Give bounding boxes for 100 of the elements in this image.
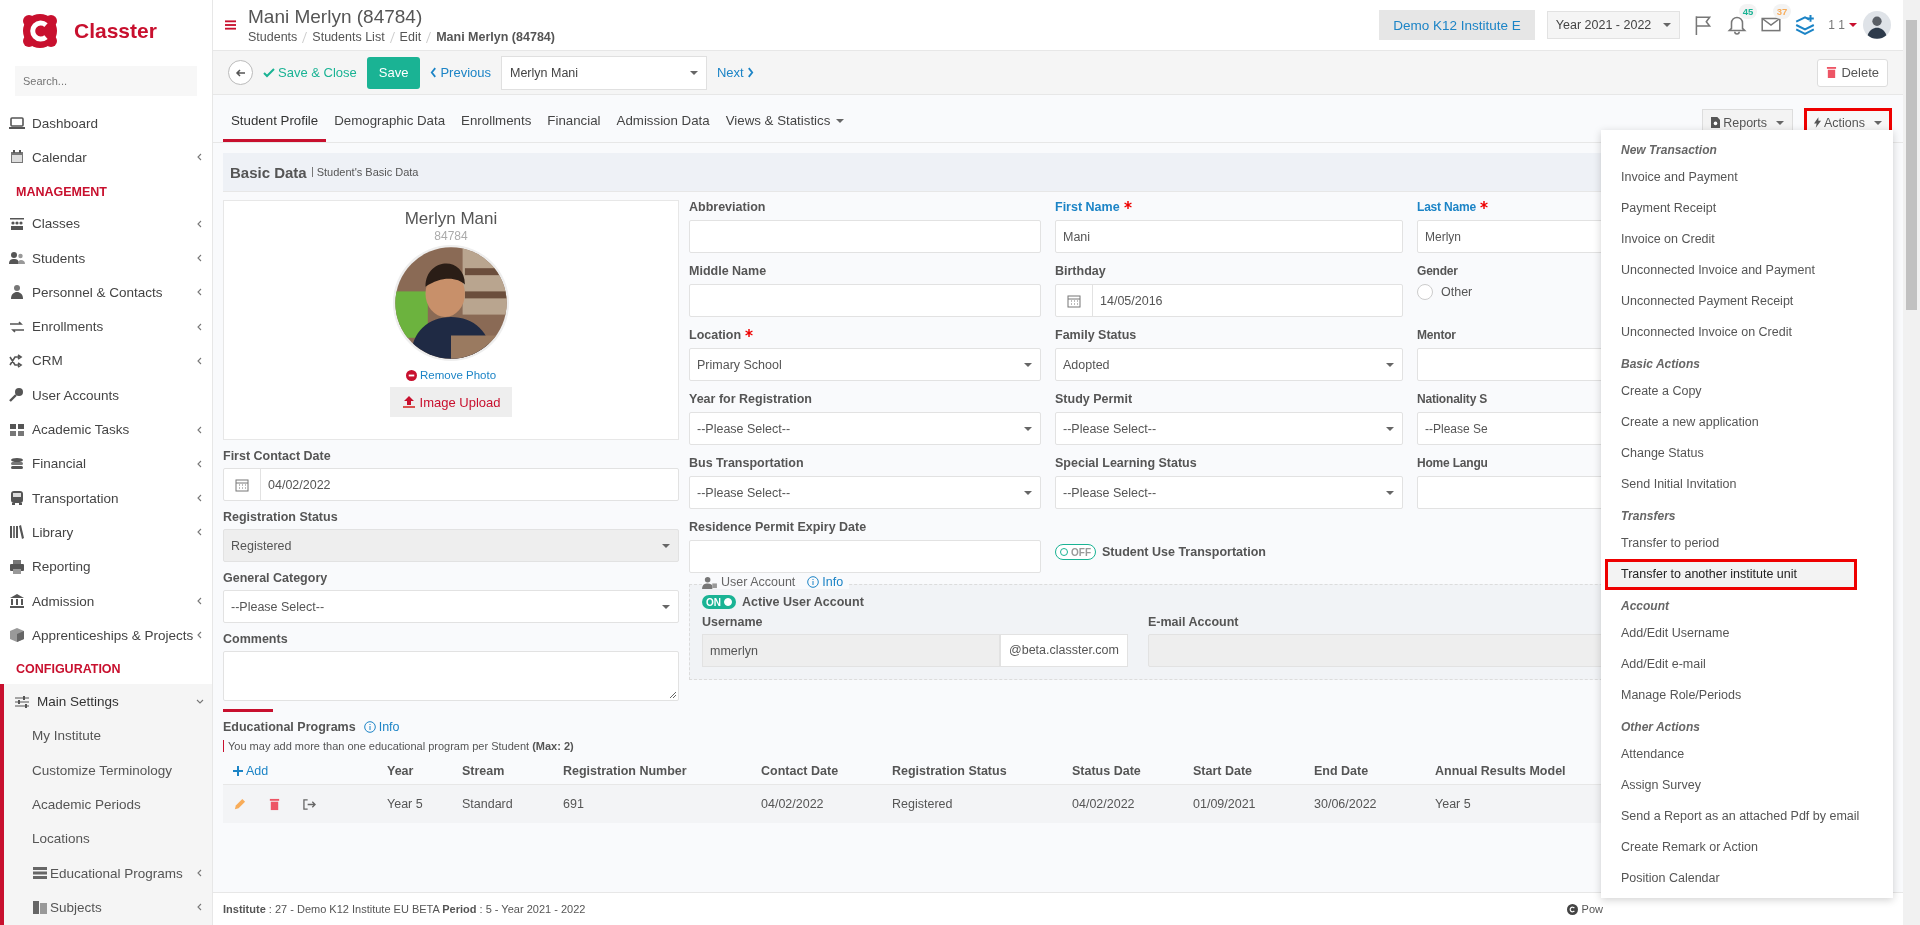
- sidebar-item[interactable]: Students: [0, 240, 212, 276]
- field-label: E-mail Account: [1148, 615, 1239, 629]
- sidebar-subitem[interactable]: Locations: [0, 821, 212, 856]
- sidebar-item[interactable]: Main Settings: [0, 684, 212, 719]
- sign-out-icon[interactable]: [303, 798, 316, 812]
- select-field[interactable]: Primary School: [689, 348, 1041, 381]
- remove-photo-link[interactable]: Remove Photo: [405, 369, 497, 381]
- tab[interactable]: Student Profile: [223, 113, 327, 142]
- caret-icon[interactable]: [1849, 23, 1857, 27]
- sidebar-item[interactable]: Personnel & Contacts: [0, 275, 212, 310]
- tab[interactable]: Demographic Data: [326, 113, 454, 142]
- breadcrumb-item[interactable]: Students List: [312, 30, 385, 44]
- trash-icon[interactable]: [268, 798, 281, 812]
- avatar-icon[interactable]: [1863, 11, 1891, 39]
- info-link[interactable]: Info: [363, 720, 400, 734]
- sidebar-subitem[interactable]: My Institute: [0, 718, 212, 754]
- menu-item[interactable]: Assign Survey: [1601, 770, 1885, 801]
- info-link[interactable]: Info: [807, 575, 844, 589]
- menu-item[interactable]: Add/Edit e-mail: [1601, 649, 1885, 680]
- chevron-icon: [196, 869, 204, 878]
- input-field[interactable]: [689, 540, 1041, 573]
- menu-item[interactable]: Create a Copy: [1601, 376, 1885, 407]
- menu-item[interactable]: Unconnected Payment Receipt: [1601, 286, 1885, 317]
- menu-item[interactable]: Transfer to another institute unit: [1605, 559, 1857, 590]
- input-field[interactable]: [689, 220, 1041, 253]
- sidebar-item[interactable]: CRM: [0, 343, 212, 379]
- username-field[interactable]: mmerlyn: [702, 634, 1001, 667]
- radio-button[interactable]: [1417, 284, 1433, 300]
- bus-icon: [9, 490, 25, 507]
- select-field[interactable]: --Please Select--: [223, 590, 679, 623]
- user-menu[interactable]: 1 1: [1828, 18, 1845, 32]
- sidebar-item[interactable]: Financial: [0, 446, 212, 481]
- tab[interactable]: Admission Data: [608, 113, 718, 142]
- breadcrumb-item[interactable]: Edit: [399, 30, 422, 44]
- date-field[interactable]: 04/02/2022: [223, 468, 679, 501]
- field-label: First Contact Date: [223, 449, 331, 463]
- select-field[interactable]: --Please Select--: [689, 476, 1041, 509]
- sidebar-item[interactable]: Reporting: [0, 549, 212, 584]
- menu-item[interactable]: Transfer to period: [1601, 528, 1885, 559]
- sidebar-item[interactable]: Academic Tasks: [0, 412, 212, 447]
- sidebar-item[interactable]: User Accounts: [0, 378, 212, 413]
- chevron-icon: [196, 356, 204, 365]
- person-icon: [9, 284, 25, 301]
- comments-field[interactable]: [223, 651, 679, 701]
- menu-item[interactable]: Send a Report as an attached Pdf by email: [1601, 801, 1885, 832]
- previous-button[interactable]: Previous: [430, 65, 491, 80]
- sidebar-item[interactable]: Library: [0, 515, 212, 550]
- student-dropdown[interactable]: Merlyn Mani: [501, 55, 707, 90]
- menu-item[interactable]: Manage Role/Periods: [1601, 680, 1885, 711]
- menu-icon[interactable]: [225, 20, 236, 30]
- student-name: Merlyn Mani: [404, 209, 498, 229]
- field-label: Last Name: [1417, 200, 1476, 214]
- breadcrumb-item[interactable]: Students: [248, 30, 298, 44]
- key-icon: [9, 387, 25, 404]
- next-button[interactable]: Next: [717, 65, 754, 80]
- sidebar-item[interactable]: Apprenticeships & Projects: [0, 618, 212, 653]
- menu-item[interactable]: Unconnected Invoice on Credit: [1601, 317, 1885, 348]
- sidebar-item[interactable]: Admission: [0, 583, 212, 619]
- menu-item[interactable]: Position Calendar: [1601, 863, 1885, 894]
- resize-grip-icon[interactable]: [667, 689, 677, 699]
- sidebar-subitem[interactable]: Subjects: [0, 890, 212, 925]
- sidebar-item[interactable]: Enrollments: [0, 309, 212, 344]
- sidebar-subitem[interactable]: Educational Programs: [0, 855, 212, 891]
- menu-item[interactable]: Create Remark or Action: [1601, 832, 1885, 863]
- select-field[interactable]: --Please Select--: [1055, 412, 1403, 445]
- table-cell: Standard: [462, 797, 513, 811]
- back-button[interactable]: [228, 60, 253, 85]
- chevron-icon: [196, 288, 204, 297]
- input-field[interactable]: Mani: [1055, 220, 1403, 253]
- select-field[interactable]: Adopted: [1055, 348, 1403, 381]
- caret-icon: [662, 543, 670, 548]
- student-id: 84784: [434, 229, 468, 243]
- delete-button[interactable]: Delete: [1817, 58, 1888, 87]
- select-field[interactable]: --Please Select--: [1055, 476, 1403, 509]
- scrollbar[interactable]: [1903, 0, 1920, 925]
- image-upload-button[interactable]: Image Upload: [389, 387, 513, 417]
- sidebar-heading: CONFIGURATION: [15, 661, 122, 679]
- input-field[interactable]: [689, 284, 1041, 317]
- menu-item[interactable]: Invoice and Payment: [1601, 162, 1885, 193]
- year-dropdown[interactable]: Year 2021 - 2022: [1546, 11, 1681, 39]
- date-field[interactable]: 14/05/2016: [1055, 284, 1403, 317]
- search-field[interactable]: Search...: [15, 66, 197, 96]
- sidebar-item[interactable]: Calendar: [0, 140, 212, 175]
- tab[interactable]: Financial: [539, 113, 609, 142]
- add-link[interactable]: Add: [233, 763, 269, 778]
- menu-item[interactable]: Send Initial Invitation: [1601, 469, 1885, 500]
- tab[interactable]: Enrollments: [453, 113, 540, 142]
- sidebar-item[interactable]: Classes: [0, 206, 212, 241]
- sidebar-subitem[interactable]: Customize Terminology: [0, 753, 212, 788]
- menu-item[interactable]: Add/Edit Username: [1601, 618, 1885, 649]
- cube-icon: [9, 627, 25, 644]
- sidebar-subitem[interactable]: Academic Periods: [0, 787, 212, 822]
- select-field[interactable]: --Please Select--: [689, 412, 1041, 445]
- sidebar-item[interactable]: Transportation: [0, 480, 212, 516]
- menu-item[interactable]: Unconnected Invoice and Payment: [1601, 255, 1885, 286]
- tab[interactable]: Views & Statistics: [717, 113, 853, 142]
- sidebar-item[interactable]: Dashboard: [0, 106, 212, 141]
- calendar-icon: [1067, 293, 1081, 308]
- layers-icon[interactable]: [1794, 14, 1817, 36]
- upload-icon: [401, 395, 416, 409]
